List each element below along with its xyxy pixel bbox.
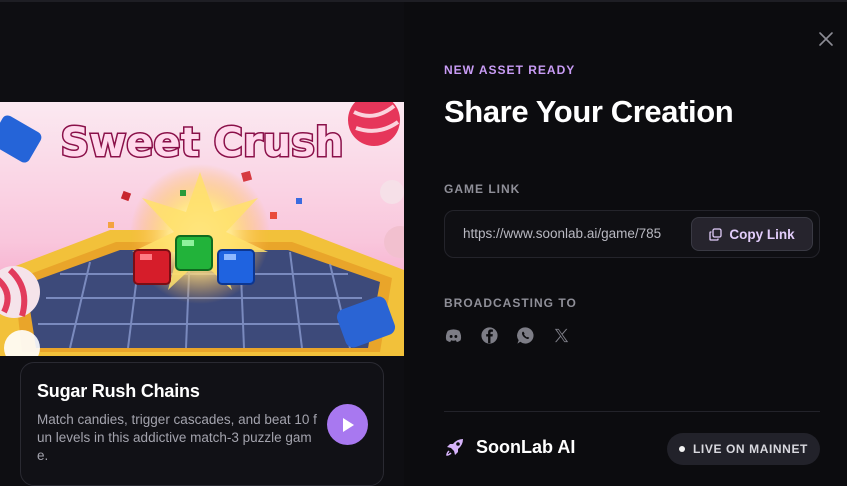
x-icon[interactable] bbox=[552, 326, 571, 345]
broadcasting-label: BROADCASTING TO bbox=[444, 296, 577, 310]
brand-name: SoonLab AI bbox=[476, 436, 576, 457]
game-description: Match candies, trigger cascades, and bea… bbox=[37, 412, 317, 463]
game-title: Sugar Rush Chains bbox=[37, 381, 200, 401]
rocket-icon bbox=[446, 439, 463, 456]
facebook-icon[interactable] bbox=[480, 326, 499, 345]
eyebrow-label: NEW ASSET READY bbox=[444, 63, 576, 77]
discord-icon[interactable] bbox=[444, 326, 463, 345]
game-link-url[interactable]: https://www.soonlab.ai/game/785 bbox=[463, 226, 661, 241]
share-modal: Sweet Crush Sugar Rush Chains Match cand… bbox=[0, 0, 847, 486]
brand: SoonLab AI bbox=[444, 436, 575, 458]
copy-link-label: Copy Link bbox=[729, 226, 795, 242]
broadcast-platforms bbox=[444, 324, 571, 346]
footer-divider bbox=[444, 411, 820, 412]
game-preview-panel: Sweet Crush Sugar Rush Chains Match cand… bbox=[0, 2, 404, 486]
whatsapp-icon[interactable] bbox=[516, 326, 535, 345]
game-link-field: https://www.soonlab.ai/game/785 Copy Lin… bbox=[444, 210, 820, 258]
play-button[interactable] bbox=[327, 404, 368, 445]
game-card: Sugar Rush Chains Match candies, trigger… bbox=[20, 362, 384, 486]
game-cover-image: Sweet Crush bbox=[0, 102, 404, 356]
game-banner-text: Sweet Crush bbox=[61, 120, 344, 166]
status-dot bbox=[678, 446, 685, 452]
close-button[interactable] bbox=[815, 28, 837, 50]
copy-icon bbox=[709, 227, 723, 241]
modal-title: Share Your Creation bbox=[444, 94, 734, 129]
game-link-label: GAME LINK bbox=[444, 182, 521, 196]
close-icon bbox=[819, 32, 833, 46]
copy-link-button[interactable]: Copy Link bbox=[691, 217, 813, 251]
status-badge: LIVE ON MAINNET bbox=[667, 433, 820, 465]
play-icon bbox=[342, 417, 354, 432]
status-text: LIVE ON MAINNET bbox=[692, 442, 808, 456]
